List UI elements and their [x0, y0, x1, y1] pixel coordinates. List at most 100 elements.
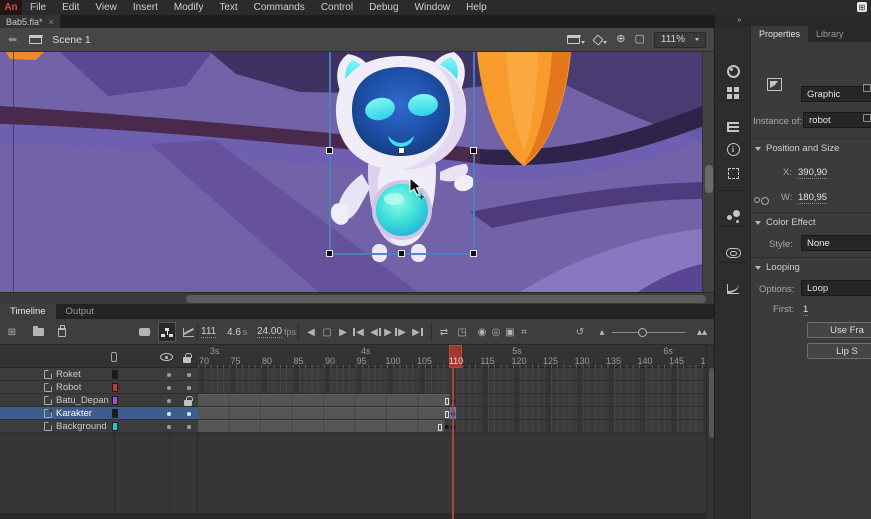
layer-visibility-dot[interactable]: [167, 386, 171, 390]
minimize-icon[interactable]: ▴: [594, 319, 610, 345]
timeline-zoom-slider[interactable]: [612, 332, 686, 334]
layer-visibility-dot[interactable]: [167, 425, 171, 429]
edit-instance-icon[interactable]: [863, 114, 871, 122]
menu-modify[interactable]: Modify: [166, 0, 211, 15]
swap-symbol-icon[interactable]: [863, 84, 871, 92]
scrollbar-thumb[interactable]: [709, 368, 714, 438]
selection-handle-bottom-left[interactable]: [326, 250, 333, 257]
section-looping[interactable]: Looping: [755, 262, 800, 273]
loop-playback-icon[interactable]: ▢: [319, 319, 335, 345]
layer-lock-dot[interactable]: [187, 412, 191, 416]
stage-zoom-control[interactable]: 111%: [654, 32, 706, 48]
cc-libraries-icon[interactable]: [715, 238, 751, 268]
style-dropdown[interactable]: None: [801, 235, 871, 251]
layer-name[interactable]: Robot: [56, 381, 81, 394]
scrollbar-thumb[interactable]: [186, 295, 706, 303]
transform-icon[interactable]: [715, 158, 751, 188]
layer-name[interactable]: Roket: [56, 368, 81, 381]
current-frame-value[interactable]: 111: [201, 326, 216, 338]
disclosure-triangle-icon[interactable]: [755, 147, 761, 151]
frame-span[interactable]: [198, 407, 450, 419]
layer-visibility-dot[interactable]: [167, 373, 171, 377]
lock-icon[interactable]: [183, 357, 191, 363]
frame-span[interactable]: [198, 394, 450, 406]
stage-horizontal-scrollbar[interactable]: [0, 292, 714, 304]
slider-knob[interactable]: [638, 328, 647, 337]
layer-outline-swatch[interactable]: [112, 422, 118, 431]
close-tab-icon[interactable]: ×: [49, 17, 54, 27]
section-color-effect[interactable]: Color Effect: [755, 217, 815, 228]
stage-vertical-scrollbar[interactable]: [702, 52, 714, 292]
back-arrow-icon[interactable]: ⬅: [8, 33, 17, 46]
selection-handle-left[interactable]: [326, 147, 333, 154]
symbol-behavior-dropdown[interactable]: Graphic: [801, 86, 871, 102]
frame-rate-value[interactable]: 24.00: [257, 326, 282, 338]
layer-lock-dot[interactable]: [187, 386, 191, 390]
camera-icon[interactable]: [136, 319, 152, 345]
disclosure-triangle-icon[interactable]: [755, 266, 761, 270]
tab-properties[interactable]: Properties: [751, 26, 808, 42]
collapse-panels-icon[interactable]: »: [737, 15, 741, 24]
edit-symbols-icon[interactable]: [594, 36, 607, 44]
tab-timeline[interactable]: Timeline: [0, 304, 56, 319]
x-value[interactable]: 390,90: [798, 167, 827, 179]
go-to-last-icon[interactable]: ▶: [408, 319, 424, 345]
new-folder-icon[interactable]: [30, 319, 46, 345]
menu-window[interactable]: Window: [407, 0, 459, 15]
section-position-size[interactable]: Position and Size: [755, 143, 839, 154]
transform-point-handle[interactable]: [398, 147, 405, 154]
keyframe-dot[interactable]: [445, 425, 449, 429]
selection-handle-bottom[interactable]: [398, 250, 405, 257]
layer-outline-swatch[interactable]: [112, 409, 118, 418]
menu-view[interactable]: View: [87, 0, 125, 15]
zoom-fit-icon[interactable]: ▲▲: [692, 319, 708, 345]
modify-markers-icon[interactable]: ⌗: [516, 319, 532, 345]
parent-layers-icon[interactable]: [158, 322, 176, 342]
use-frame-picker-button[interactable]: Use Fra: [807, 322, 871, 338]
document-tab[interactable]: Bab5.fla* ×: [0, 15, 60, 28]
layer-row-batu_depan[interactable]: Batu_Depan: [0, 394, 198, 407]
layer-name[interactable]: Background: [56, 420, 107, 433]
new-layer-icon[interactable]: ⊞: [4, 319, 20, 345]
current-frame-display[interactable]: 111: [201, 319, 216, 345]
layer-name[interactable]: Batu_Depan: [56, 394, 109, 407]
frame-ruler[interactable]: 3s4s5s6s70758085909510010511011512012513…: [198, 345, 706, 368]
swatches-icon[interactable]: [715, 78, 751, 108]
brush-library-icon[interactable]: [715, 202, 751, 232]
menu-control[interactable]: Control: [313, 0, 361, 15]
selection-handle-right[interactable]: [470, 147, 477, 154]
w-value[interactable]: 180,95: [798, 192, 827, 204]
layer-row-karakter[interactable]: Karakter: [0, 407, 198, 420]
playhead-line[interactable]: [452, 368, 454, 519]
menu-insert[interactable]: Insert: [125, 0, 166, 15]
layer-row-background[interactable]: Background: [0, 420, 198, 433]
selection-handle-bottom-right[interactable]: [470, 250, 477, 257]
layer-row-roket[interactable]: Roket: [0, 368, 198, 381]
center-stage-icon[interactable]: ⊕: [616, 34, 625, 45]
layer-lock-dot[interactable]: [187, 425, 191, 429]
tab-library[interactable]: Library: [808, 26, 852, 42]
lip-syncing-button[interactable]: Lip S: [807, 343, 871, 359]
layer-outline-swatch[interactable]: [112, 396, 118, 405]
tab-output[interactable]: Output: [56, 304, 105, 319]
step-forward-icon[interactable]: ▶: [335, 319, 351, 345]
visibility-icon[interactable]: [160, 353, 173, 361]
menu-debug[interactable]: Debug: [361, 0, 406, 15]
layer-visibility-dot[interactable]: [167, 412, 171, 416]
layer-row-robot[interactable]: Robot: [0, 381, 198, 394]
workspace-icon[interactable]: ⊞: [857, 2, 867, 12]
loop-options-dropdown[interactable]: Loop: [801, 280, 871, 296]
scrollbar-thumb[interactable]: [705, 165, 713, 193]
layer-outline-swatch[interactable]: [112, 370, 118, 379]
layer-lock-icon[interactable]: [184, 400, 192, 406]
first-frame-value[interactable]: 1: [803, 304, 808, 316]
menu-commands[interactable]: Commands: [246, 0, 313, 15]
outline-color-icon[interactable]: [111, 352, 117, 362]
menu-help[interactable]: Help: [458, 0, 495, 15]
clip-content-icon[interactable]: ▢: [635, 34, 645, 45]
link-width-height-icon[interactable]: [754, 197, 760, 203]
menu-text[interactable]: Text: [211, 0, 245, 15]
step-back-icon[interactable]: ◀: [303, 319, 319, 345]
scene-name[interactable]: Scene 1: [52, 34, 91, 46]
layer-name[interactable]: Karakter: [56, 407, 92, 420]
